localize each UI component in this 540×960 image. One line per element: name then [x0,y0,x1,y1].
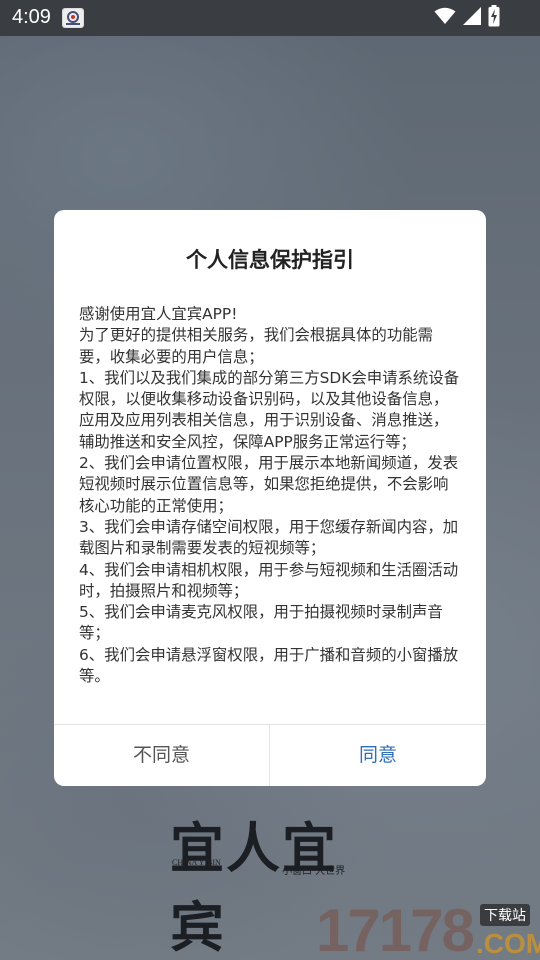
disagree-button[interactable]: 不同意 [54,725,269,786]
battery-charging-icon [488,5,500,31]
dialog-body-scroll[interactable]: 感谢使用宜人宜宾APP! 为了更好的提供相关服务，我们会根据具体的功能需要，收集… [79,304,463,688]
dialog-paragraph: 3、我们会申请存储空间权限，用于您缓存新闻内容，加载图片和录制需要发表的短视频等… [79,517,459,558]
watermark-badge: 下载站 [480,904,530,926]
app-notification-icon [62,8,84,28]
status-bar: 4:09 [0,0,540,36]
dialog-paragraph: 2、我们会申请位置权限，用于展示本地新闻频道，发表短视频时展示位置信息等，如果您… [79,454,459,515]
dialog-paragraph: 1、我们以及我们集成的部分第三方SDK会申请系统设备权限，以便收集移动设备识别码… [79,368,460,451]
dialog-paragraph: 为了更好的提供相关服务，我们会根据具体的功能需要，收集必要的用户信息； [79,326,433,366]
app-logo: 宜人宜宾 CHINA YIBIN 小窗口 大世界 [170,816,370,959]
dialog-paragraph: 4、我们会申请相机权限，用于参与短视频和生活圈活动时，拍摄照片和视频等； [79,560,459,600]
logo-slogan: 小窗口 大世界 [282,866,346,877]
dialog-paragraph: 感谢使用宜人宜宾APP! [79,305,238,323]
logo-subtitle: CHINA YIBIN [172,858,221,867]
wifi-icon [434,7,456,29]
watermark-digits: 17178 [316,897,475,960]
watermark-domain: .COM [476,928,540,959]
dialog-paragraph: 5、我们会申请麦克风权限，用于拍摄视频时录制声音等； [79,603,443,643]
watermark: 17178 下载站 .COM [316,900,540,960]
screen: 宜人宜宾 CHINA YIBIN 小窗口 大世界 17178 下载站 .COM … [0,0,540,960]
privacy-dialog: 个人信息保护指引 感谢使用宜人宜宾APP! 为了更好的提供相关服务，我们会根据具… [54,210,486,786]
status-time: 4:09 [12,6,51,28]
cellular-signal-icon [462,7,482,29]
status-icons [434,5,500,31]
dialog-paragraph: 6、我们会申请悬浮窗权限，用于广播和音频的小窗播放等。 [79,645,459,686]
agree-button[interactable]: 同意 [270,725,486,786]
dialog-title: 个人信息保护指引 [186,248,354,272]
